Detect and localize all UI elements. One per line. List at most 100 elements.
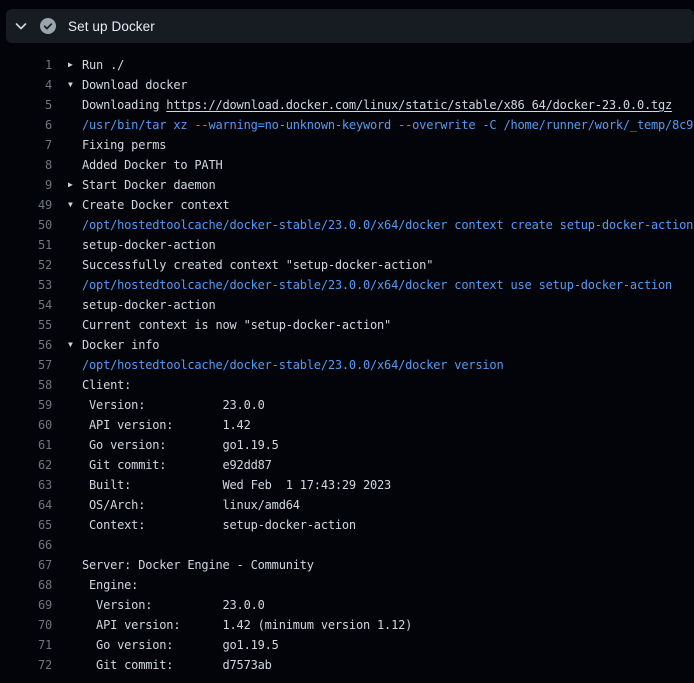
line-number[interactable]: 69: [0, 595, 52, 615]
log-text: /opt/hostedtoolcache/docker-stable/23.0.…: [82, 275, 694, 295]
log-line: 71 Go version: go1.19.5: [0, 635, 694, 655]
line-number[interactable]: 50: [0, 215, 52, 235]
log-group-line[interactable]: 56 ▼Docker info: [0, 335, 694, 355]
line-number[interactable]: 6: [0, 115, 52, 135]
line-number[interactable]: 51: [0, 235, 52, 255]
log-segment: Download docker: [82, 78, 187, 92]
arrow-spacer: [68, 475, 82, 495]
log-segment: Built: Wed Feb 1 17:43:29 2023: [82, 478, 391, 492]
line-number[interactable]: 63: [0, 475, 52, 495]
chevron-down-icon[interactable]: [13, 18, 29, 34]
log-text: /opt/hostedtoolcache/docker-stable/23.0.…: [82, 355, 694, 375]
arrow-spacer: [68, 395, 82, 415]
log-segment: Start Docker daemon: [82, 178, 215, 192]
log-text: Current context is now "setup-docker-act…: [82, 315, 694, 335]
line-number[interactable]: 8: [0, 155, 52, 175]
line-number[interactable]: 65: [0, 515, 52, 535]
line-number[interactable]: 70: [0, 615, 52, 635]
log-line: 72 Git commit: d7573ab: [0, 655, 694, 675]
log-segment: Fixing perms: [82, 138, 166, 152]
log-segment: Run ./: [82, 58, 124, 72]
log-group-line[interactable]: 9 ▶Start Docker daemon: [0, 175, 694, 195]
arrow-spacer: [68, 135, 82, 155]
log-line: 59 Version: 23.0.0: [0, 395, 694, 415]
line-number[interactable]: 61: [0, 435, 52, 455]
line-number[interactable]: 72: [0, 655, 52, 675]
log-text: setup-docker-action: [82, 235, 694, 255]
log-line: 63 Built: Wed Feb 1 17:43:29 2023: [0, 475, 694, 495]
arrow-spacer: [68, 635, 82, 655]
line-number[interactable]: 49: [0, 195, 52, 215]
arrow-spacer: [68, 295, 82, 315]
line-number[interactable]: 56: [0, 335, 52, 355]
log-line: 65 Context: setup-docker-action: [0, 515, 694, 535]
line-number[interactable]: 1: [0, 55, 52, 75]
log-segment: Go version: go1.19.5: [82, 638, 279, 652]
line-number[interactable]: 5: [0, 95, 52, 115]
line-number[interactable]: 9: [0, 175, 52, 195]
expand-arrow-icon[interactable]: ▶: [68, 175, 82, 195]
expand-arrow-icon[interactable]: ▶: [68, 55, 82, 75]
arrow-spacer: [68, 455, 82, 475]
line-number[interactable]: 64: [0, 495, 52, 515]
log-line: 69 Version: 23.0.0: [0, 595, 694, 615]
arrow-spacer: [68, 275, 82, 295]
log-segment: Downloading: [82, 98, 166, 112]
arrow-spacer: [68, 615, 82, 635]
log-text: API version: 1.42 (minimum version 1.12): [82, 615, 694, 635]
log-segment: Git commit: d7573ab: [82, 658, 272, 672]
line-number[interactable]: 52: [0, 255, 52, 275]
line-number[interactable]: 67: [0, 555, 52, 575]
log-line: 6/usr/bin/tar xz --warning=no-unknown-ke…: [0, 115, 694, 135]
line-number[interactable]: 60: [0, 415, 52, 435]
log-group-line[interactable]: 49 ▼Create Docker context: [0, 195, 694, 215]
log-text: Context: setup-docker-action: [82, 515, 694, 535]
log-segment: Server: Docker Engine - Community: [82, 558, 314, 572]
log-text: Docker info: [82, 335, 694, 355]
log-segment: API version: 1.42 (minimum version 1.12): [82, 618, 412, 632]
log-line: 53/opt/hostedtoolcache/docker-stable/23.…: [0, 275, 694, 295]
log-segment: /opt/hostedtoolcache/docker-stable/23.0.…: [82, 358, 503, 372]
collapse-arrow-icon[interactable]: ▼: [68, 335, 82, 355]
log-segment: Current context is now "setup-docker-act…: [82, 318, 391, 332]
line-number[interactable]: 57: [0, 355, 52, 375]
log-line: 51 setup-docker-action: [0, 235, 694, 255]
log-line: 52 Successfully created context "setup-do…: [0, 255, 694, 275]
log-text: Server: Docker Engine - Community: [82, 555, 694, 575]
line-number[interactable]: 54: [0, 295, 52, 315]
log-segment: /opt/hostedtoolcache/docker-stable/23.0.…: [82, 218, 693, 232]
log-link[interactable]: https://download.docker.com/linux/static…: [166, 98, 672, 112]
step-header[interactable]: Set up Docker: [6, 9, 694, 43]
log-segment: Context: setup-docker-action: [82, 518, 356, 532]
line-number[interactable]: 68: [0, 575, 52, 595]
log-line: 60 API version: 1.42: [0, 415, 694, 435]
log-group-line[interactable]: 4 ▼Download docker: [0, 75, 694, 95]
log-segment: /opt/hostedtoolcache/docker-stable/23.0.…: [82, 278, 672, 292]
line-number[interactable]: 62: [0, 455, 52, 475]
arrow-spacer: [68, 555, 82, 575]
log-text: setup-docker-action: [82, 295, 694, 315]
collapse-arrow-icon[interactable]: ▼: [68, 195, 82, 215]
line-number[interactable]: 58: [0, 375, 52, 395]
log-segment: Version: 23.0.0: [82, 398, 265, 412]
log-text: Successfully created context "setup-dock…: [82, 255, 694, 275]
line-number[interactable]: 71: [0, 635, 52, 655]
collapse-arrow-icon[interactable]: ▼: [68, 75, 82, 95]
arrow-spacer: [68, 375, 82, 395]
line-number[interactable]: 55: [0, 315, 52, 335]
log-text: Create Docker context: [82, 195, 694, 215]
log-segment: Docker info: [82, 338, 159, 352]
line-number[interactable]: 4: [0, 75, 52, 95]
log-text: Go version: go1.19.5: [82, 635, 694, 655]
arrow-spacer: [68, 535, 82, 555]
log-group-line[interactable]: 1 ▶Run ./: [0, 55, 694, 75]
line-number[interactable]: 59: [0, 395, 52, 415]
arrow-spacer: [68, 415, 82, 435]
arrow-spacer: [68, 255, 82, 275]
line-number[interactable]: 66: [0, 535, 52, 555]
line-number[interactable]: 53: [0, 275, 52, 295]
log-container: 1▶Run ./4▼Download docker5Downloading ht…: [0, 43, 694, 675]
line-number[interactable]: 7: [0, 135, 52, 155]
log-text: Version: 23.0.0: [82, 395, 694, 415]
arrow-spacer: [68, 95, 82, 115]
